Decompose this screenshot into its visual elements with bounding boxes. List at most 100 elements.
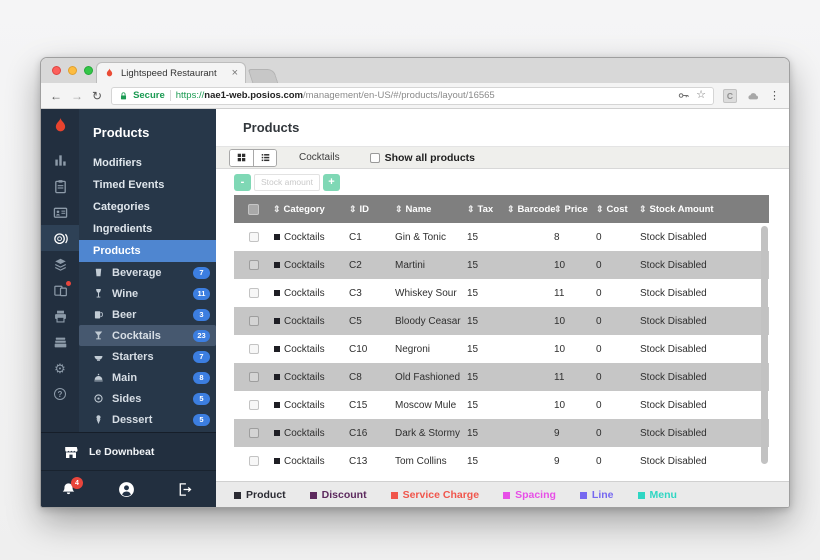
rail-item-inventory[interactable] xyxy=(41,251,79,277)
beverage-icon xyxy=(93,267,104,278)
logout-icon[interactable] xyxy=(177,482,192,497)
rail-item-settings[interactable]: ⚙ xyxy=(41,355,79,381)
sort-icon[interactable]: ⇕ xyxy=(467,204,475,215)
sidebar-item-products[interactable]: Products xyxy=(79,240,216,262)
sidebar-title: Products xyxy=(93,125,150,140)
header-price[interactable]: ⇕ Price xyxy=(549,204,591,215)
row-checkbox[interactable] xyxy=(248,260,259,270)
table-row[interactable]: Cocktails C5 Bloody Ceasar 15 10 0 Stock… xyxy=(234,307,769,335)
store-icon xyxy=(63,444,79,460)
forward-icon[interactable]: → xyxy=(71,90,83,102)
category-item-starters[interactable]: Starters 7 xyxy=(79,346,216,367)
stock-amount-input[interactable] xyxy=(254,173,320,191)
table-row[interactable]: Cocktails C8 Old Fashioned 15 11 0 Stock… xyxy=(234,363,769,391)
header-name[interactable]: ⇕ Name xyxy=(390,204,462,215)
table-row[interactable]: Cocktails C13 Tom Collins 15 9 0 Stock D… xyxy=(234,447,769,475)
extension-icon[interactable]: C xyxy=(723,88,737,103)
row-checkbox[interactable] xyxy=(248,316,259,326)
bookmark-star-icon[interactable]: ☆ xyxy=(696,90,706,101)
address-bar[interactable]: Secure https://nae1-web.posios.com/manag… xyxy=(111,86,714,105)
id-card-icon xyxy=(53,205,68,220)
header-stock-amount[interactable]: ⇕ Stock Amount xyxy=(634,204,769,215)
sort-icon[interactable]: ⇕ xyxy=(349,204,357,215)
back-icon[interactable]: ← xyxy=(50,90,62,102)
sidebar-item-modifiers[interactable]: Modifiers xyxy=(79,152,216,174)
table-scrollbar[interactable] xyxy=(761,226,768,464)
browser-tab[interactable]: Lightspeed Restaurant × xyxy=(96,62,246,83)
account-icon[interactable] xyxy=(118,481,135,498)
product-type-swatch xyxy=(274,290,280,296)
sort-icon[interactable]: ⇕ xyxy=(273,204,281,215)
legend-item-line: Line xyxy=(579,489,614,501)
category-item-beer[interactable]: Beer 3 xyxy=(79,304,216,325)
close-window-button[interactable] xyxy=(52,66,61,75)
tab-close-icon[interactable]: × xyxy=(232,67,238,79)
zoom-window-button[interactable] xyxy=(84,66,93,75)
row-checkbox[interactable] xyxy=(248,428,259,438)
stock-decrease-button[interactable]: - xyxy=(234,173,251,191)
sort-icon[interactable]: ⇕ xyxy=(395,204,403,215)
category-label: Wine xyxy=(112,287,139,300)
table-row[interactable]: Cocktails C2 Martini 15 10 0 Stock Disab… xyxy=(234,251,769,279)
show-all-checkbox[interactable] xyxy=(369,152,380,163)
row-checkbox[interactable] xyxy=(248,344,259,354)
header-cost[interactable]: ⇕ Cost xyxy=(591,204,634,215)
cloud-extension-icon[interactable] xyxy=(746,90,760,102)
rail-item-products[interactable] xyxy=(41,225,79,251)
sort-icon[interactable]: ⇕ xyxy=(554,204,562,215)
lightspeed-logo xyxy=(51,117,70,141)
category-filter-label[interactable]: Cocktails xyxy=(299,152,340,163)
row-checkbox[interactable] xyxy=(248,400,259,410)
category-item-dessert[interactable]: Dessert 5 xyxy=(79,409,216,430)
cell-price: 9 xyxy=(554,427,560,439)
show-all-products-toggle[interactable]: Show all products xyxy=(369,152,475,164)
row-checkbox[interactable] xyxy=(248,232,259,242)
row-checkbox[interactable] xyxy=(248,372,259,382)
category-item-cocktails[interactable]: Cocktails 23 xyxy=(79,325,216,346)
category-item-wine[interactable]: Wine 11 xyxy=(79,283,216,304)
list-view-button[interactable] xyxy=(253,149,276,166)
rail-item-printing[interactable] xyxy=(41,303,79,329)
table-row[interactable]: Cocktails C10 Negroni 15 10 0 Stock Disa… xyxy=(234,335,769,363)
header-tax[interactable]: ⇕ Tax xyxy=(462,204,502,215)
table-row[interactable]: Cocktails C1 Gin & Tonic 15 8 0 Stock Di… xyxy=(234,223,769,251)
category-item-sides[interactable]: Sides 5 xyxy=(79,388,216,409)
sort-icon[interactable]: ⇕ xyxy=(596,204,604,215)
rail-item-devices[interactable] xyxy=(41,277,79,303)
category-item-beverage[interactable]: Beverage 7 xyxy=(79,262,216,283)
select-all-checkbox[interactable] xyxy=(248,203,259,215)
reload-icon[interactable]: ↻ xyxy=(92,90,102,102)
row-checkbox[interactable] xyxy=(248,288,259,298)
legend-item-spacing: Spacing xyxy=(503,489,556,501)
sidebar-item-categories[interactable]: Categories xyxy=(79,196,216,218)
grid-view-button[interactable] xyxy=(230,149,253,166)
key-icon[interactable] xyxy=(678,90,689,101)
minimize-window-button[interactable] xyxy=(68,66,77,75)
business-switcher[interactable]: Le Downbeat xyxy=(41,433,216,471)
row-checkbox[interactable] xyxy=(248,456,259,466)
browser-menu-icon[interactable]: ⋮ xyxy=(769,89,780,102)
notifications-button[interactable]: 4 xyxy=(61,477,83,497)
header-category[interactable]: ⇕ Category xyxy=(268,204,344,215)
rail-item-customers[interactable] xyxy=(41,199,79,225)
devices-icon xyxy=(53,283,68,298)
header-barcode[interactable]: ⇕ Barcode xyxy=(502,204,556,215)
table-row[interactable]: Cocktails C15 Moscow Mule 15 10 0 Stock … xyxy=(234,391,769,419)
header-select-all[interactable] xyxy=(234,203,268,215)
stock-increase-button[interactable]: + xyxy=(323,173,340,191)
category-item-main[interactable]: Main 8 xyxy=(79,367,216,388)
table-row[interactable]: Cocktails C3 Whiskey Sour 15 11 0 Stock … xyxy=(234,279,769,307)
header-id[interactable]: ⇕ ID xyxy=(344,204,390,215)
cell-tax: 15 xyxy=(467,455,479,467)
sort-icon[interactable]: ⇕ xyxy=(507,204,515,215)
sidebar-item-timed-events[interactable]: Timed Events xyxy=(79,174,216,196)
sidebar-item-ingredients[interactable]: Ingredients xyxy=(79,218,216,240)
rail-item-financial[interactable] xyxy=(41,329,79,355)
rail-item-help[interactable]: ? xyxy=(41,381,79,407)
cell-name: Dark & Stormy xyxy=(395,427,461,439)
rail-item-reports[interactable] xyxy=(41,147,79,173)
rail-item-register[interactable] xyxy=(41,173,79,199)
table-row[interactable]: Cocktails C16 Dark & Stormy 15 9 0 Stock… xyxy=(234,419,769,447)
sort-icon[interactable]: ⇕ xyxy=(639,204,647,215)
new-tab-button[interactable] xyxy=(247,69,279,83)
